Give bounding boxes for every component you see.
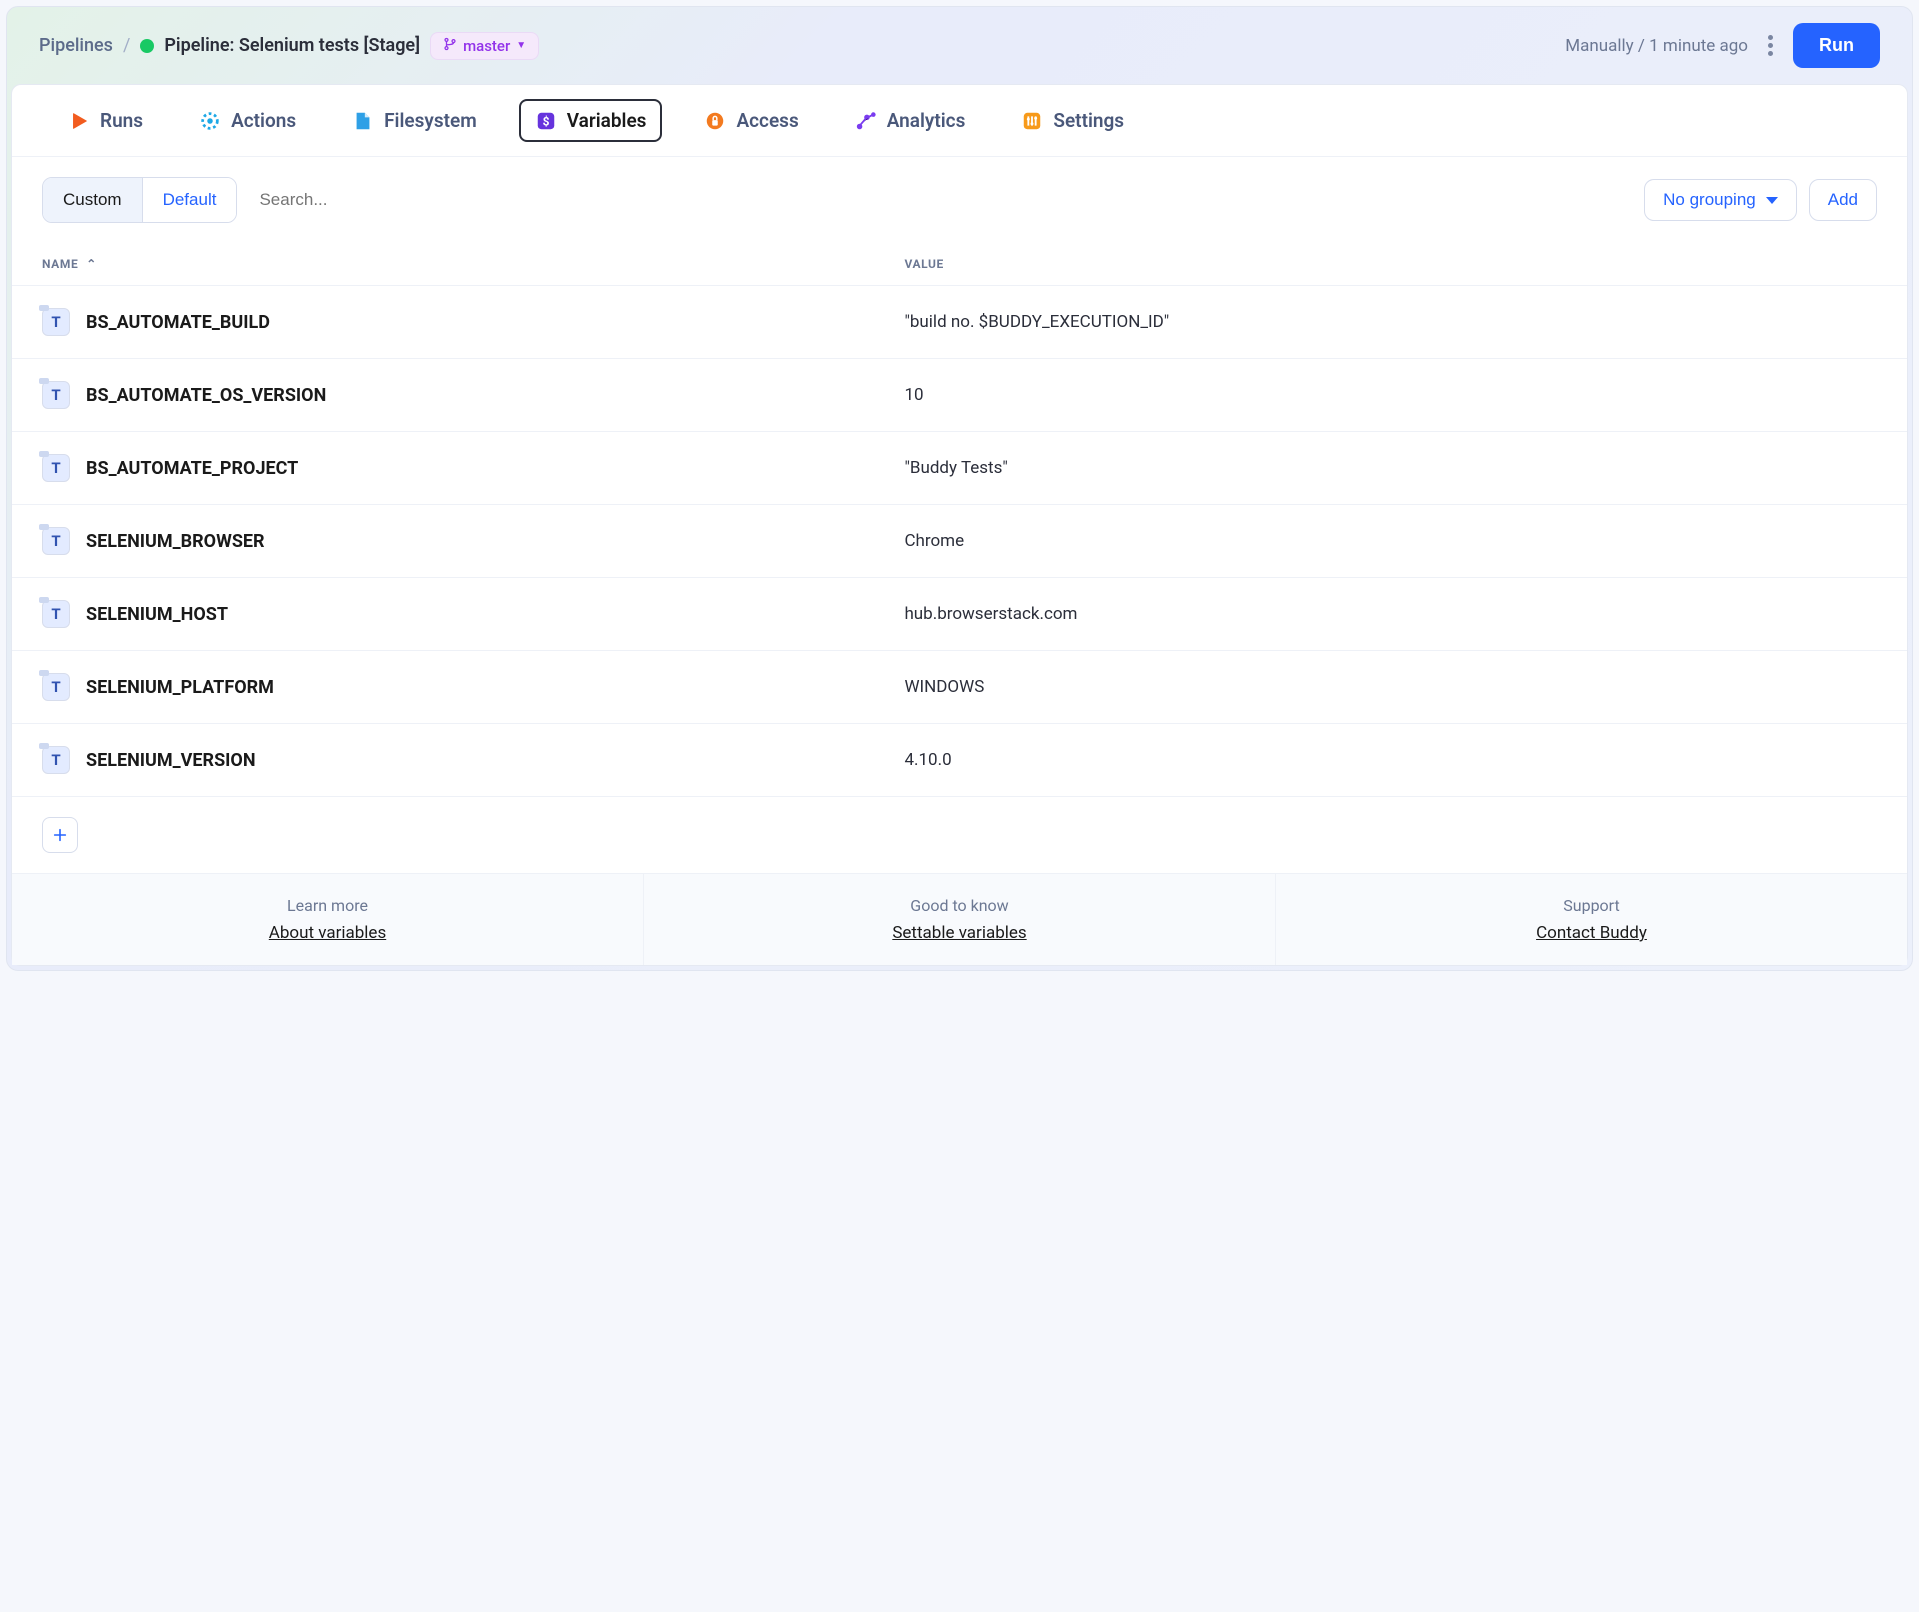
sliders-icon (1021, 110, 1043, 132)
tab-label: Actions (231, 109, 296, 132)
page-title: Pipeline: Selenium tests [Stage] (164, 35, 420, 56)
git-branch-icon (443, 37, 457, 55)
table-row[interactable]: T SELENIUM_HOST hub.browserstack.com (12, 578, 1907, 651)
variable-name: SELENIUM_PLATFORM (86, 677, 274, 698)
col-name-header[interactable]: NAME ⌃ (42, 257, 904, 271)
variable-name: SELENIUM_BROWSER (86, 531, 265, 552)
footer-title: Learn more (28, 896, 627, 915)
sort-asc-icon: ⌃ (86, 257, 97, 271)
variable-name: BS_AUTOMATE_PROJECT (86, 458, 298, 479)
scope-default[interactable]: Default (143, 178, 237, 222)
variable-value: WINDOWS (904, 677, 1877, 697)
footer-link-settable[interactable]: Settable variables (892, 923, 1026, 943)
variables-icon: $ (535, 110, 557, 132)
tab-actions[interactable]: Actions (185, 99, 310, 142)
text-type-icon: T (42, 673, 70, 701)
caret-down-icon (1766, 197, 1778, 204)
tab-label: Access (736, 109, 798, 132)
variable-name: SELENIUM_HOST (86, 604, 228, 625)
scope-custom[interactable]: Custom (43, 178, 143, 222)
variable-value: "Buddy Tests" (904, 458, 1877, 478)
table-row[interactable]: T SELENIUM_PLATFORM WINDOWS (12, 651, 1907, 724)
tab-runs[interactable]: Runs (54, 99, 157, 142)
tab-filesystem[interactable]: Filesystem (338, 99, 491, 142)
breadcrumb-separator: / (123, 35, 130, 56)
access-icon (704, 110, 726, 132)
tab-access[interactable]: Access (690, 99, 812, 142)
footer-support: Support Contact Buddy (1276, 874, 1907, 965)
more-menu-button[interactable] (1762, 29, 1779, 62)
tab-label: Filesystem (384, 109, 477, 132)
header-bar: Pipelines / Pipeline: Selenium tests [St… (7, 7, 1912, 84)
analytics-icon (855, 110, 877, 132)
variable-name: SELENIUM_VERSION (86, 750, 256, 771)
branch-selector[interactable]: master ▼ (430, 32, 539, 60)
main-panel: Runs Actions Filesystem $ Variables Acce… (11, 84, 1908, 966)
variable-value: Chrome (904, 531, 1877, 551)
table-header: NAME ⌃ VALUE (12, 243, 1907, 286)
tab-settings[interactable]: Settings (1007, 99, 1138, 142)
variable-value: hub.browserstack.com (904, 604, 1877, 624)
text-type-icon: T (42, 600, 70, 628)
table-row[interactable]: T BS_AUTOMATE_BUILD "build no. $BUDDY_EX… (12, 286, 1907, 359)
plus-icon (52, 827, 68, 843)
add-row (12, 797, 1907, 873)
table-row[interactable]: T SELENIUM_VERSION 4.10.0 (12, 724, 1907, 797)
header-right: Manually / 1 minute ago Run (1565, 23, 1880, 68)
breadcrumb: Pipelines / Pipeline: Selenium tests [St… (39, 32, 539, 60)
footer-title: Good to know (660, 896, 1259, 915)
footer-learn-more: Learn more About variables (12, 874, 644, 965)
svg-text:$: $ (542, 114, 549, 128)
file-icon (352, 110, 374, 132)
search-input[interactable] (251, 180, 511, 220)
table-row[interactable]: T BS_AUTOMATE_OS_VERSION 10 (12, 359, 1907, 432)
grouping-label: No grouping (1663, 190, 1756, 210)
caret-down-icon: ▼ (516, 40, 526, 51)
gear-icon (199, 110, 221, 132)
controls-bar: Custom Default No grouping Add (12, 157, 1907, 243)
tab-label: Settings (1053, 109, 1124, 132)
variables-table: NAME ⌃ VALUE T BS_AUTOMATE_BUILD "build … (12, 243, 1907, 873)
footer-title: Support (1292, 896, 1891, 915)
footer: Learn more About variables Good to know … (12, 873, 1907, 965)
breadcrumb-root[interactable]: Pipelines (39, 35, 113, 56)
play-icon (68, 110, 90, 132)
text-type-icon: T (42, 454, 70, 482)
tab-label: Runs (100, 109, 143, 132)
branch-label: master (463, 37, 510, 55)
col-value-header[interactable]: VALUE (904, 257, 1877, 271)
table-row[interactable]: T BS_AUTOMATE_PROJECT "Buddy Tests" (12, 432, 1907, 505)
add-button[interactable]: Add (1809, 179, 1877, 221)
variable-value: 10 (904, 385, 1877, 405)
table-row[interactable]: T SELENIUM_BROWSER Chrome (12, 505, 1907, 578)
text-type-icon: T (42, 308, 70, 336)
grouping-select[interactable]: No grouping (1644, 179, 1797, 221)
add-variable-button[interactable] (42, 817, 78, 853)
scope-segmented: Custom Default (42, 177, 237, 223)
col-name-label: NAME (42, 257, 78, 271)
tab-analytics[interactable]: Analytics (841, 99, 980, 142)
trigger-meta: Manually / 1 minute ago (1565, 36, 1748, 56)
tab-bar: Runs Actions Filesystem $ Variables Acce… (12, 85, 1907, 157)
variable-name: BS_AUTOMATE_OS_VERSION (86, 385, 326, 406)
variable-value: "build no. $BUDDY_EXECUTION_ID" (904, 312, 1877, 332)
text-type-icon: T (42, 527, 70, 555)
tab-label: Variables (567, 109, 647, 132)
footer-good-to-know: Good to know Settable variables (644, 874, 1276, 965)
page-container: Pipelines / Pipeline: Selenium tests [St… (6, 6, 1913, 971)
footer-link-about[interactable]: About variables (269, 923, 386, 943)
status-dot-success-icon (140, 39, 154, 53)
variable-name: BS_AUTOMATE_BUILD (86, 312, 270, 333)
tab-variables[interactable]: $ Variables (519, 99, 663, 142)
variable-value: 4.10.0 (904, 750, 1877, 770)
text-type-icon: T (42, 746, 70, 774)
footer-link-contact[interactable]: Contact Buddy (1536, 923, 1647, 943)
run-button[interactable]: Run (1793, 23, 1880, 68)
tab-label: Analytics (887, 109, 966, 132)
text-type-icon: T (42, 381, 70, 409)
